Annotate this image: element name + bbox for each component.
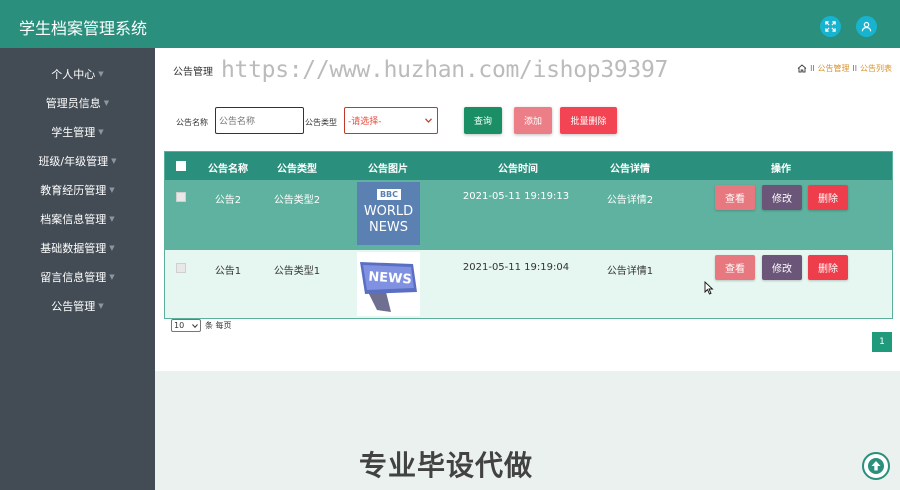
- breadcrumb-item-notice-manage[interactable]: 公告管理: [818, 63, 850, 74]
- sidebar-item-label: 档案信息管理: [40, 213, 107, 226]
- breadcrumb-item-notice-list[interactable]: 公告列表: [860, 63, 892, 74]
- breadcrumb-separator: ll: [852, 64, 857, 73]
- fullscreen-icon: [825, 21, 836, 32]
- sidebar-item-messages[interactable]: 留言信息管理 ▼: [0, 267, 155, 287]
- watermark-text: https://www.huzhan.com/ishop39397: [221, 57, 669, 83]
- chevron-down-icon: ▼: [111, 157, 117, 165]
- back-to-top-button[interactable]: [862, 452, 890, 480]
- page-size-select[interactable]: 10: [171, 319, 201, 332]
- add-button[interactable]: 添加: [514, 107, 552, 134]
- table-row[interactable]: 公告1 公告类型1 NEWS 2021-05-11 19:19:04 公告详情1…: [165, 250, 892, 318]
- chevron-down-icon: [425, 118, 432, 123]
- column-header-time: 公告时间: [498, 164, 538, 175]
- notice-time-cell: 2021-05-11 19:19:04: [462, 262, 570, 273]
- footer-area: 专业毕设代做: [155, 371, 900, 490]
- notice-name-input[interactable]: [215, 107, 304, 134]
- delete-button[interactable]: 删除: [808, 255, 848, 280]
- batch-delete-button[interactable]: 批量删除: [560, 107, 617, 134]
- notice-name-cell: 公告2: [214, 195, 242, 206]
- app-title: 学生档案管理系统: [19, 19, 148, 38]
- mouse-cursor-icon: [704, 281, 714, 295]
- top-bar: 学生档案管理系统: [0, 0, 900, 48]
- sidebar-item-label: 班级/年级管理: [38, 155, 109, 168]
- chevron-down-icon: ▼: [98, 70, 104, 78]
- sidebar-item-education[interactable]: 教育经历管理 ▼: [0, 180, 155, 200]
- page-size-label: 条 每页: [205, 321, 232, 330]
- edit-button[interactable]: 修改: [762, 255, 802, 280]
- sidebar-item-admin-info[interactable]: 管理员信息 ▼: [0, 93, 155, 113]
- query-button[interactable]: 查询: [464, 107, 502, 134]
- column-header-image: 公告图片: [368, 164, 408, 175]
- row-checkbox[interactable]: [176, 263, 186, 273]
- column-header-actions: 操作: [771, 164, 791, 175]
- chevron-down-icon: ▼: [109, 244, 115, 252]
- sidebar-item-notices[interactable]: 公告管理 ▼: [0, 296, 155, 316]
- sidebar-item-label: 基础数据管理: [40, 242, 107, 255]
- sidebar-item-personal-center[interactable]: 个人中心 ▼: [0, 64, 155, 84]
- notice-name-cell: 公告1: [214, 266, 242, 277]
- sidebar-item-label: 留言信息管理: [40, 271, 107, 284]
- notice-type-select[interactable]: -请选择-: [344, 107, 438, 134]
- notice-type-cell: 公告类型2: [273, 195, 321, 206]
- sidebar-item-label: 学生管理: [51, 126, 96, 139]
- user-icon: [861, 21, 872, 32]
- table-header: 公告名称 公告类型 公告图片 公告时间 公告详情 操作: [165, 152, 892, 180]
- fullscreen-button[interactable]: [820, 16, 841, 37]
- row-checkbox[interactable]: [176, 192, 186, 202]
- edit-button[interactable]: 修改: [762, 185, 802, 210]
- chevron-down-icon: ▼: [109, 273, 115, 281]
- sidebar-item-class-grade[interactable]: 班级/年级管理 ▼: [0, 151, 155, 171]
- name-label: 公告名称: [176, 118, 208, 127]
- notice-image: BBC WORLD NEWS: [357, 182, 420, 245]
- sidebar-item-label: 个人中心: [51, 68, 96, 81]
- page-size-control: 10 条 每页: [171, 319, 232, 332]
- chevron-down-icon: ▼: [103, 99, 110, 107]
- user-button[interactable]: [856, 16, 877, 37]
- chevron-down-icon: ▼: [98, 302, 104, 310]
- notice-detail-cell: 公告详情2: [606, 195, 654, 206]
- notice-table: 公告名称 公告类型 公告图片 公告时间 公告详情 操作 公告2 公告类型2 BB…: [164, 151, 893, 319]
- notice-type-cell: 公告类型1: [273, 266, 321, 277]
- bbc-logo: BBC: [377, 189, 401, 200]
- notice-detail-cell: 公告详情1: [606, 266, 654, 277]
- arrow-up-icon: [868, 458, 884, 474]
- column-header-type: 公告类型: [277, 164, 317, 175]
- select-all-checkbox[interactable]: [176, 161, 186, 171]
- chevron-down-icon: ▼: [98, 128, 104, 136]
- sidebar-item-label: 教育经历管理: [40, 184, 107, 197]
- notice-type-selected: -请选择-: [348, 117, 382, 127]
- view-button[interactable]: 查看: [715, 185, 755, 210]
- notice-image: NEWS: [357, 252, 420, 316]
- chevron-down-icon: ▼: [109, 186, 115, 194]
- chevron-down-icon: [192, 323, 198, 328]
- sidebar-item-archives[interactable]: 档案信息管理 ▼: [0, 209, 155, 229]
- chevron-down-icon: ▼: [109, 215, 115, 223]
- view-button[interactable]: 查看: [715, 255, 755, 280]
- type-label: 公告类型: [305, 118, 337, 127]
- sidebar: 个人中心 ▼ 管理员信息 ▼ 学生管理 ▼ 班级/年级管理 ▼ 教育经历管理 ▼ 档案信息…: [0, 48, 155, 490]
- column-header-detail: 公告详情: [610, 164, 650, 175]
- promo-banner-text: 专业毕设代做: [359, 449, 534, 482]
- main-content: 公告管理 https://www.huzhan.com/ishop39397 l…: [155, 48, 900, 371]
- page-1-button[interactable]: 1: [872, 332, 892, 352]
- sidebar-item-label: 管理员信息: [45, 97, 101, 110]
- delete-button[interactable]: 删除: [808, 185, 848, 210]
- page-title: 公告管理: [173, 67, 213, 78]
- breadcrumb: ll 公告管理 ll 公告列表: [797, 63, 892, 74]
- sidebar-item-students[interactable]: 学生管理 ▼: [0, 122, 155, 142]
- home-icon[interactable]: [797, 64, 807, 73]
- breadcrumb-separator: ll: [810, 64, 815, 73]
- table-row[interactable]: 公告2 公告类型2 BBC WORLD NEWS 2021-05-11 19:1…: [165, 180, 892, 250]
- sidebar-item-base-data[interactable]: 基础数据管理 ▼: [0, 238, 155, 258]
- sidebar-item-label: 公告管理: [51, 300, 96, 313]
- notice-time-cell: 2021-05-11 19:19:13: [462, 191, 570, 202]
- column-header-name: 公告名称: [208, 164, 248, 175]
